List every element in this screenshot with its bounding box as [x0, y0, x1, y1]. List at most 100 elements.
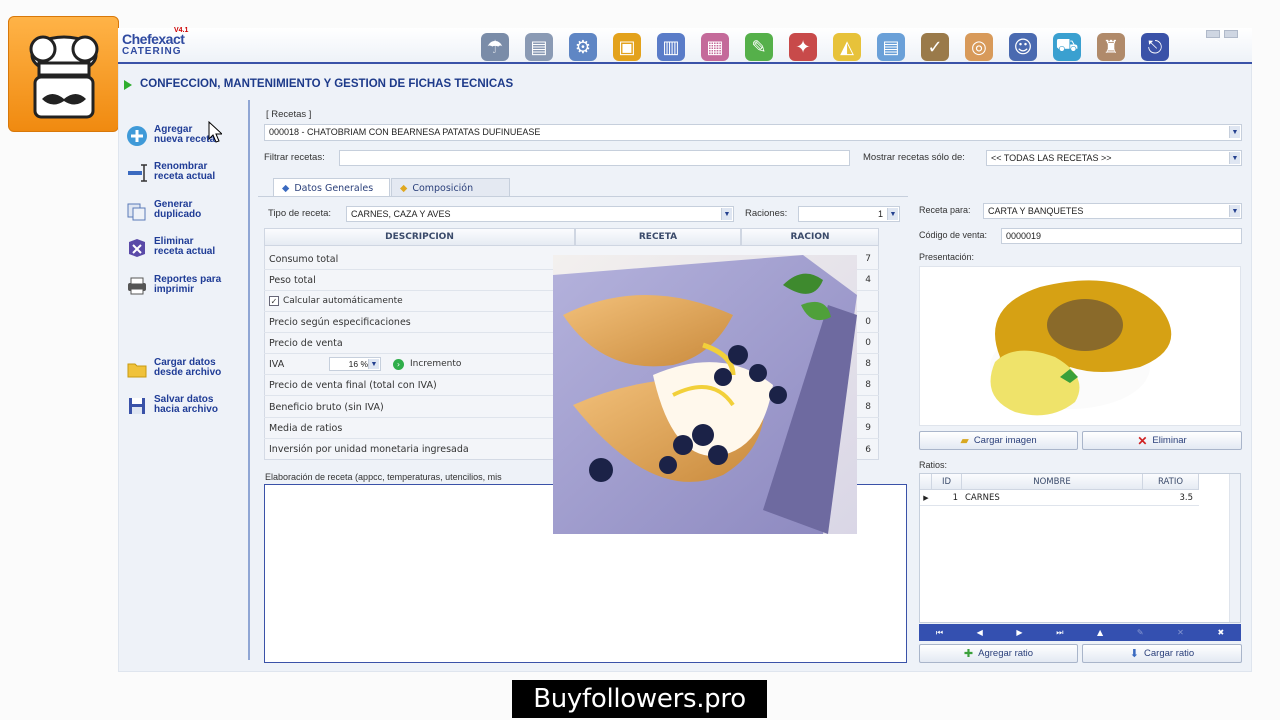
tab-divider: [258, 196, 908, 197]
row-label: Precio según especificaciones: [269, 316, 411, 328]
add-ratio-button[interactable]: ✚ Agregar ratio: [919, 644, 1078, 663]
minimize-button[interactable]: [1206, 30, 1220, 38]
row-label: IVA: [269, 358, 285, 370]
sidebar-item-duplicate[interactable]: Generar duplicado: [124, 200, 246, 226]
sidebar-item-load-data[interactable]: Cargar datos desde archivo: [124, 358, 246, 384]
iva-value: 16 %: [348, 359, 368, 369]
ring-icon[interactable]: ◎: [965, 33, 993, 61]
increment-icon[interactable]: ›: [393, 358, 404, 370]
recipe-type-select[interactable]: CARNES, CAZA Y AVES ▼: [346, 206, 734, 222]
sidebar-item-label: Cargar datos desde archivo: [154, 357, 222, 378]
iva-select[interactable]: 16 % ▼: [329, 357, 381, 371]
row-label: Peso total: [269, 274, 316, 286]
sidebar-item-label: Agregar nueva receta: [154, 124, 216, 145]
checklist-icon[interactable]: ✓: [921, 33, 949, 61]
row-label: Precio de venta final (total con IVA): [269, 379, 437, 391]
column-header-racion: RACION: [741, 228, 879, 246]
row-value: 6: [865, 444, 871, 455]
sidebar-item-save-data[interactable]: Salvar datos hacia archivo: [124, 395, 246, 421]
prev-record-icon[interactable]: ◀: [977, 628, 983, 637]
show-only-select[interactable]: << TODAS LAS RECETAS >> ▼: [986, 150, 1242, 166]
load-ratio-button[interactable]: ⬇ Cargar ratio: [1082, 644, 1242, 663]
last-record-icon[interactable]: ⏭: [1056, 628, 1063, 638]
sale-code-input[interactable]: 0000019: [1001, 228, 1242, 244]
load-image-button[interactable]: ▰ Cargar imagen: [919, 431, 1078, 450]
crepes-photo: [553, 255, 857, 534]
presentation-label: Presentación:: [919, 252, 975, 262]
sidebar-item-reports[interactable]: Reportes para imprimir: [124, 275, 246, 301]
row-value: 0: [865, 317, 871, 327]
cheese-icon[interactable]: ◭: [833, 33, 861, 61]
mouse-cursor-icon: [208, 120, 224, 146]
delete-record-icon[interactable]: ✕: [1177, 628, 1184, 637]
sidebar-item-rename-recipe[interactable]: Renombrar receta actual: [124, 162, 246, 188]
ratios-navigator: ⏮ ◀ ▶ ⏭ ▲ ✎ ✕ ✖: [919, 624, 1241, 641]
row-value: 8: [865, 359, 871, 369]
bottle-icon[interactable]: ♜: [1097, 33, 1125, 61]
table-row[interactable]: ▶ 1 CARNES 3.5: [920, 491, 1199, 506]
delete-image-button[interactable]: ✕ Eliminar: [1082, 431, 1242, 450]
basket-icon[interactable]: ▣: [613, 33, 641, 61]
ratio-column-nombre: NOMBRE: [962, 474, 1143, 490]
tab-label: Composición: [412, 182, 474, 194]
recipe-for-select[interactable]: CARTA Y BANQUETES ▼: [983, 203, 1242, 219]
chevron-down-icon: ▼: [368, 359, 379, 369]
folder-open-icon: [124, 358, 150, 380]
sidebar-item-label: Reportes para imprimir: [154, 274, 222, 295]
recipe-type-value: CARNES, CAZA Y AVES: [351, 209, 451, 219]
tab-composicion[interactable]: ◆ Composición: [391, 178, 510, 197]
chevron-down-icon: ▼: [887, 208, 898, 220]
edit-record-icon[interactable]: ✎: [1137, 628, 1144, 637]
chevron-down-icon: ▼: [721, 208, 732, 220]
next-record-icon[interactable]: ▶: [1016, 628, 1022, 637]
filter-input[interactable]: [339, 150, 850, 166]
button-label: Eliminar: [1152, 435, 1187, 446]
auto-calc-checkbox[interactable]: ✓: [269, 296, 279, 306]
map-icon[interactable]: ✦: [789, 33, 817, 61]
chevron-down-icon: ▼: [1229, 152, 1240, 164]
folder-open-icon: ▰: [960, 435, 969, 447]
recipe-selector[interactable]: 000018 - CHATOBRIAM CON BEARNESA PATATAS…: [264, 124, 1242, 141]
recipe-for-label: Receta para:: [919, 205, 971, 215]
delete-icon: [124, 237, 150, 259]
row-value: 8: [865, 402, 871, 412]
folder-icon[interactable]: ▥: [657, 33, 685, 61]
gear-icon[interactable]: ⚙: [569, 33, 597, 61]
column-header-receta: RECETA: [575, 228, 741, 246]
portions-input[interactable]: 1 ▼: [798, 206, 900, 222]
printer-icon: [124, 275, 150, 297]
column-header-descripcion: DESCRIPCION: [264, 228, 575, 246]
truck-icon[interactable]: ⛟: [1053, 33, 1081, 61]
delete-x-icon: ✕: [1137, 433, 1148, 448]
sidebar-item-delete-recipe[interactable]: Eliminar receta actual: [124, 237, 246, 263]
exit-icon[interactable]: ⎋: [1141, 33, 1169, 61]
row-value: 7: [865, 254, 871, 264]
person-icon[interactable]: ☺: [1009, 33, 1037, 61]
briefcase-icon[interactable]: ▦: [701, 33, 729, 61]
sidebar-item-label: Eliminar receta actual: [154, 236, 216, 257]
button-label: Cargar imagen: [973, 435, 1037, 446]
register-icon[interactable]: ▤: [525, 33, 553, 61]
document-icon[interactable]: ▤: [877, 33, 905, 61]
row-value: 8: [865, 380, 871, 390]
row-indicator-header: [920, 474, 932, 490]
first-record-icon[interactable]: ⏮: [936, 628, 943, 638]
tab-composition-icon: ◆: [400, 182, 408, 194]
tab-datos-generales[interactable]: ◆ Datos Generales: [273, 178, 390, 197]
button-label: Cargar ratio: [1144, 648, 1195, 659]
insert-record-icon[interactable]: ▲: [1097, 628, 1103, 637]
close-button[interactable]: [1224, 30, 1238, 38]
ratios-scrollbar[interactable]: [1229, 474, 1240, 622]
chevron-down-icon: ▼: [1229, 205, 1240, 217]
recipe-selector-value: 000018 - CHATOBRIAM CON BEARNESA PATATAS…: [269, 127, 541, 137]
recipe-for-value: CARTA Y BANQUETES: [988, 206, 1084, 216]
sidebar-item-add-recipe[interactable]: Agregar nueva receta: [124, 125, 246, 151]
chef-logo: [8, 16, 119, 132]
umbrella-icon[interactable]: ☂: [481, 33, 509, 61]
row-label: Beneficio bruto (sin IVA): [269, 401, 384, 413]
pencils-icon[interactable]: ✎: [745, 33, 773, 61]
presentation-image: [919, 266, 1241, 426]
sale-code-label: Código de venta:: [919, 230, 988, 240]
cancel-record-icon[interactable]: ✖: [1217, 628, 1224, 637]
ratio-column-id: ID: [932, 474, 962, 490]
